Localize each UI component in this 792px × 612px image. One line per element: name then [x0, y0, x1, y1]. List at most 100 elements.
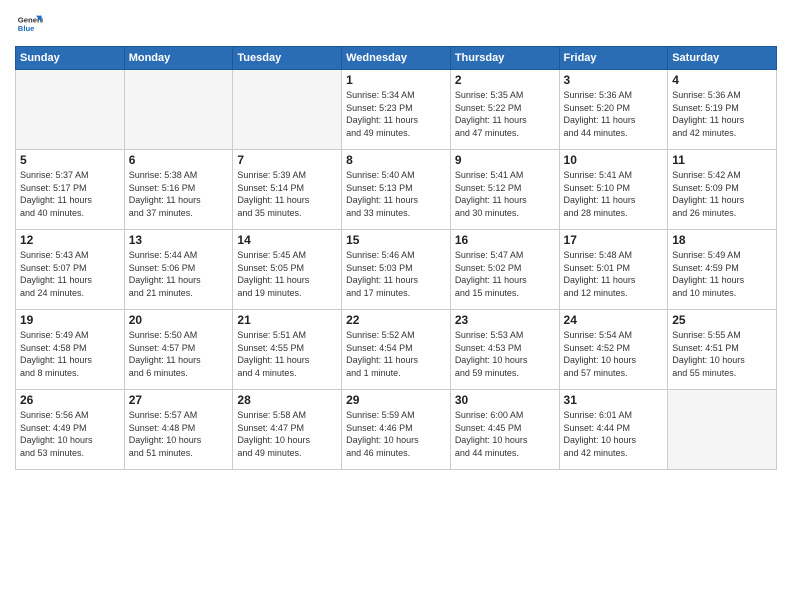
- day-number: 25: [672, 313, 772, 327]
- day-number: 30: [455, 393, 555, 407]
- day-info: Sunrise: 5:41 AM Sunset: 5:10 PM Dayligh…: [564, 169, 664, 219]
- day-number: 8: [346, 153, 446, 167]
- calendar-cell: 13 Sunrise: 5:44 AM Sunset: 5:06 PM Dayli…: [124, 230, 233, 310]
- calendar-cell: 14 Sunrise: 5:45 AM Sunset: 5:05 PM Dayli…: [233, 230, 342, 310]
- day-number: 29: [346, 393, 446, 407]
- day-number: 27: [129, 393, 229, 407]
- day-info: Sunrise: 5:45 AM Sunset: 5:05 PM Dayligh…: [237, 249, 337, 299]
- weekday-header-tuesday: Tuesday: [233, 47, 342, 70]
- weekday-header-sunday: Sunday: [16, 47, 125, 70]
- day-number: 5: [20, 153, 120, 167]
- day-number: 13: [129, 233, 229, 247]
- logo-icon: General Blue: [15, 10, 43, 38]
- day-info: Sunrise: 5:37 AM Sunset: 5:17 PM Dayligh…: [20, 169, 120, 219]
- week-row-1: 5 Sunrise: 5:37 AM Sunset: 5:17 PM Daylig…: [16, 150, 777, 230]
- day-number: 6: [129, 153, 229, 167]
- day-info: Sunrise: 5:58 AM Sunset: 4:47 PM Dayligh…: [237, 409, 337, 459]
- calendar-cell: 1 Sunrise: 5:34 AM Sunset: 5:23 PM Daylig…: [342, 70, 451, 150]
- day-info: Sunrise: 5:49 AM Sunset: 4:58 PM Dayligh…: [20, 329, 120, 379]
- week-row-3: 19Sunrise: 5:49 AM Sunset: 4:58 PM Dayli…: [16, 310, 777, 390]
- calendar-cell: 15 Sunrise: 5:46 AM Sunset: 5:03 PM Dayli…: [342, 230, 451, 310]
- calendar-cell: 11Sunrise: 5:42 AM Sunset: 5:09 PM Dayli…: [668, 150, 777, 230]
- day-number: 14: [237, 233, 337, 247]
- day-number: 11: [672, 153, 772, 167]
- day-number: 17: [564, 233, 664, 247]
- weekday-header-friday: Friday: [559, 47, 668, 70]
- day-info: Sunrise: 5:54 AM Sunset: 4:52 PM Dayligh…: [564, 329, 664, 379]
- day-info: Sunrise: 5:48 AM Sunset: 5:01 PM Dayligh…: [564, 249, 664, 299]
- calendar-cell: 18 Sunrise: 5:49 AM Sunset: 4:59 PM Dayli…: [668, 230, 777, 310]
- week-row-0: 1 Sunrise: 5:34 AM Sunset: 5:23 PM Daylig…: [16, 70, 777, 150]
- weekday-header-saturday: Saturday: [668, 47, 777, 70]
- weekday-header-thursday: Thursday: [450, 47, 559, 70]
- calendar-cell: 22 Sunrise: 5:52 AM Sunset: 4:54 PM Dayli…: [342, 310, 451, 390]
- day-info: Sunrise: 5:49 AM Sunset: 4:59 PM Dayligh…: [672, 249, 772, 299]
- calendar-cell: 28 Sunrise: 5:58 AM Sunset: 4:47 PM Dayli…: [233, 390, 342, 470]
- calendar-cell: 21 Sunrise: 5:51 AM Sunset: 4:55 PM Dayli…: [233, 310, 342, 390]
- calendar-cell: 3 Sunrise: 5:36 AM Sunset: 5:20 PM Daylig…: [559, 70, 668, 150]
- calendar-cell: 2Sunrise: 5:35 AM Sunset: 5:22 PM Daylig…: [450, 70, 559, 150]
- day-info: Sunrise: 5:34 AM Sunset: 5:23 PM Dayligh…: [346, 89, 446, 139]
- day-number: 28: [237, 393, 337, 407]
- calendar-cell: 27 Sunrise: 5:57 AM Sunset: 4:48 PM Dayli…: [124, 390, 233, 470]
- weekday-header-monday: Monday: [124, 47, 233, 70]
- day-number: 18: [672, 233, 772, 247]
- day-info: Sunrise: 5:38 AM Sunset: 5:16 PM Dayligh…: [129, 169, 229, 219]
- calendar-cell: [16, 70, 125, 150]
- week-row-4: 26 Sunrise: 5:56 AM Sunset: 4:49 PM Dayli…: [16, 390, 777, 470]
- calendar-cell: 12Sunrise: 5:43 AM Sunset: 5:07 PM Dayli…: [16, 230, 125, 310]
- day-info: Sunrise: 5:46 AM Sunset: 5:03 PM Dayligh…: [346, 249, 446, 299]
- day-info: Sunrise: 5:36 AM Sunset: 5:19 PM Dayligh…: [672, 89, 772, 139]
- calendar-cell: 25Sunrise: 5:55 AM Sunset: 4:51 PM Dayli…: [668, 310, 777, 390]
- day-number: 21: [237, 313, 337, 327]
- calendar-cell: 5 Sunrise: 5:37 AM Sunset: 5:17 PM Daylig…: [16, 150, 125, 230]
- day-number: 4: [672, 73, 772, 87]
- calendar-cell: 7Sunrise: 5:39 AM Sunset: 5:14 PM Daylig…: [233, 150, 342, 230]
- weekday-header-wednesday: Wednesday: [342, 47, 451, 70]
- day-info: Sunrise: 5:47 AM Sunset: 5:02 PM Dayligh…: [455, 249, 555, 299]
- calendar-cell: 4 Sunrise: 5:36 AM Sunset: 5:19 PM Daylig…: [668, 70, 777, 150]
- day-info: Sunrise: 5:53 AM Sunset: 4:53 PM Dayligh…: [455, 329, 555, 379]
- calendar-cell: 31 Sunrise: 6:01 AM Sunset: 4:44 PM Dayli…: [559, 390, 668, 470]
- week-row-2: 12Sunrise: 5:43 AM Sunset: 5:07 PM Dayli…: [16, 230, 777, 310]
- day-number: 15: [346, 233, 446, 247]
- calendar-cell: [668, 390, 777, 470]
- calendar-cell: 19Sunrise: 5:49 AM Sunset: 4:58 PM Dayli…: [16, 310, 125, 390]
- day-number: 9: [455, 153, 555, 167]
- day-info: Sunrise: 5:59 AM Sunset: 4:46 PM Dayligh…: [346, 409, 446, 459]
- day-info: Sunrise: 5:52 AM Sunset: 4:54 PM Dayligh…: [346, 329, 446, 379]
- day-info: Sunrise: 5:57 AM Sunset: 4:48 PM Dayligh…: [129, 409, 229, 459]
- calendar-cell: 29 Sunrise: 5:59 AM Sunset: 4:46 PM Dayli…: [342, 390, 451, 470]
- calendar-cell: 24Sunrise: 5:54 AM Sunset: 4:52 PM Dayli…: [559, 310, 668, 390]
- day-number: 22: [346, 313, 446, 327]
- day-info: Sunrise: 5:51 AM Sunset: 4:55 PM Dayligh…: [237, 329, 337, 379]
- calendar-cell: [124, 70, 233, 150]
- day-info: Sunrise: 5:56 AM Sunset: 4:49 PM Dayligh…: [20, 409, 120, 459]
- day-number: 20: [129, 313, 229, 327]
- calendar-cell: 30 Sunrise: 6:00 AM Sunset: 4:45 PM Dayli…: [450, 390, 559, 470]
- calendar-cell: 10 Sunrise: 5:41 AM Sunset: 5:10 PM Dayli…: [559, 150, 668, 230]
- calendar-cell: 16 Sunrise: 5:47 AM Sunset: 5:02 PM Dayli…: [450, 230, 559, 310]
- day-info: Sunrise: 6:00 AM Sunset: 4:45 PM Dayligh…: [455, 409, 555, 459]
- day-info: Sunrise: 5:39 AM Sunset: 5:14 PM Dayligh…: [237, 169, 337, 219]
- day-info: Sunrise: 5:36 AM Sunset: 5:20 PM Dayligh…: [564, 89, 664, 139]
- day-info: Sunrise: 5:40 AM Sunset: 5:13 PM Dayligh…: [346, 169, 446, 219]
- calendar: SundayMondayTuesdayWednesdayThursdayFrid…: [15, 46, 777, 470]
- day-number: 10: [564, 153, 664, 167]
- calendar-cell: 9Sunrise: 5:41 AM Sunset: 5:12 PM Daylig…: [450, 150, 559, 230]
- logo: General Blue: [15, 10, 47, 38]
- day-number: 1: [346, 73, 446, 87]
- day-info: Sunrise: 5:50 AM Sunset: 4:57 PM Dayligh…: [129, 329, 229, 379]
- day-info: Sunrise: 5:43 AM Sunset: 5:07 PM Dayligh…: [20, 249, 120, 299]
- day-info: Sunrise: 5:35 AM Sunset: 5:22 PM Dayligh…: [455, 89, 555, 139]
- day-number: 31: [564, 393, 664, 407]
- svg-text:Blue: Blue: [18, 24, 35, 33]
- calendar-cell: 20 Sunrise: 5:50 AM Sunset: 4:57 PM Dayli…: [124, 310, 233, 390]
- day-number: 26: [20, 393, 120, 407]
- calendar-cell: 6 Sunrise: 5:38 AM Sunset: 5:16 PM Daylig…: [124, 150, 233, 230]
- calendar-cell: 8 Sunrise: 5:40 AM Sunset: 5:13 PM Daylig…: [342, 150, 451, 230]
- day-number: 16: [455, 233, 555, 247]
- day-info: Sunrise: 5:44 AM Sunset: 5:06 PM Dayligh…: [129, 249, 229, 299]
- day-number: 3: [564, 73, 664, 87]
- day-info: Sunrise: 6:01 AM Sunset: 4:44 PM Dayligh…: [564, 409, 664, 459]
